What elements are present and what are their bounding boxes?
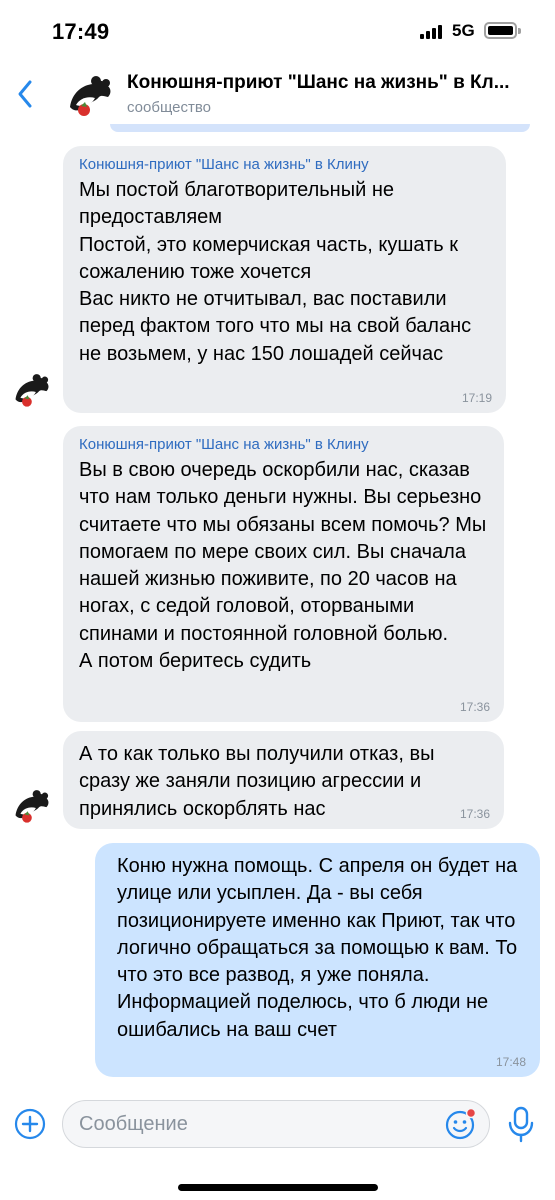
message-time: 17:36 (459, 807, 490, 821)
message-sender[interactable]: Конюшня-приют "Шанс на жизнь" в Клину (79, 436, 490, 453)
previous-message-edge (110, 124, 530, 132)
plus-circle-icon[interactable] (14, 1108, 46, 1140)
message-incoming[interactable]: Конюшня-приют "Шанс на жизнь" в Клину Вы… (63, 426, 504, 722)
message-text: Вы в свою очередь оскорбили нас, сказав … (79, 459, 487, 673)
message-incoming[interactable]: А то как только вы получили отказ, вы ср… (63, 731, 504, 829)
chat-subtitle: сообщество (127, 99, 211, 116)
message-text: А то как только вы получили отказ, вы ср… (79, 743, 435, 820)
message-sender[interactable]: Конюшня-приют "Шанс на жизнь" в Клину (79, 156, 492, 173)
message-composer (0, 1096, 555, 1154)
message-time: 17:48 (495, 1055, 526, 1069)
signal-icon (420, 25, 446, 39)
message-outgoing[interactable]: Коню нужна помощь. С апреля он будет на … (95, 843, 540, 1077)
home-indicator[interactable] (178, 1184, 378, 1191)
community-avatar[interactable] (62, 71, 116, 125)
message-input[interactable] (62, 1100, 490, 1148)
message-text: Коню нужна помощь. С апреля он будет на … (117, 855, 518, 1041)
sender-avatar[interactable] (9, 786, 53, 830)
status-bar: 17:49 5G (0, 0, 555, 62)
message-text: Мы постой благотворительный не предостав… (79, 179, 472, 365)
message-incoming[interactable]: Конюшня-приют "Шанс на жизнь" в Клину Мы… (63, 146, 506, 413)
battery-icon (484, 22, 521, 39)
chat-header: Конюшня-приют "Шанс на жизнь" в Кл... со… (0, 62, 555, 132)
status-time: 17:49 (52, 19, 110, 44)
back-button[interactable] (10, 76, 40, 112)
network-type: 5G (452, 21, 475, 40)
message-time: 17:19 (461, 391, 492, 405)
microphone-icon[interactable] (506, 1104, 536, 1144)
smiley-icon[interactable] (444, 1107, 478, 1141)
chevron-left-icon (18, 80, 32, 108)
chat-title[interactable]: Конюшня-приют "Шанс на жизнь" в Кл... (127, 72, 537, 94)
message-time: 17:36 (459, 700, 490, 714)
sender-avatar[interactable] (9, 370, 53, 414)
